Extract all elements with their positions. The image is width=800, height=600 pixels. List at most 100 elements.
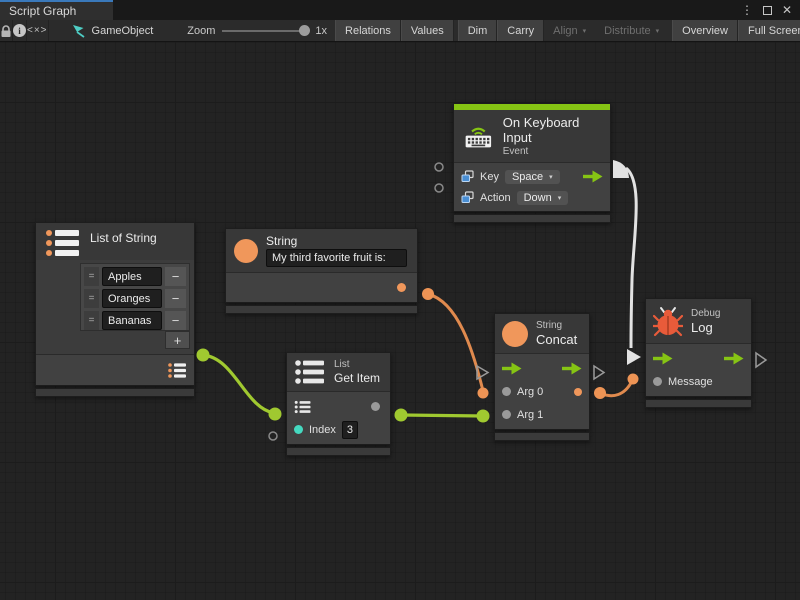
port-row-key: Key Space ▾ xyxy=(454,166,610,187)
node-on-keyboard-input[interactable]: On Keyboard Input Event Key Space ▾ xyxy=(453,103,611,223)
list-input-row xyxy=(287,395,390,418)
drag-handle[interactable]: = xyxy=(84,267,99,286)
arg1-input-port[interactable] xyxy=(502,410,511,419)
node-list-of-string[interactable]: List of String = Apples − = Oranges − = … xyxy=(35,222,195,397)
key-port-label: Key xyxy=(480,171,499,183)
node-category: Debug xyxy=(691,308,720,319)
node-footer xyxy=(453,214,611,223)
node-string-literal[interactable]: String My third favorite fruit is: xyxy=(225,228,418,314)
node-title: On Keyboard Input xyxy=(503,115,602,145)
drag-handle[interactable]: = xyxy=(84,311,99,330)
lock-button[interactable] xyxy=(0,20,13,41)
control-flow-row xyxy=(495,357,589,380)
window-close-icon[interactable]: ✕ xyxy=(782,4,792,16)
value-type-icon xyxy=(461,191,474,204)
tab-title: Script Graph xyxy=(9,4,76,18)
relations-label: Relations xyxy=(345,25,391,37)
node-footer xyxy=(645,399,752,408)
control-input-port[interactable] xyxy=(502,362,522,375)
dim-label: Dim xyxy=(468,25,488,37)
graph-toolbar: i <×> GameObject Zoom 1x Relations Value… xyxy=(0,20,800,42)
list-item-row: = Oranges − xyxy=(84,289,186,308)
string-value-field[interactable]: My third favorite fruit is: xyxy=(266,249,407,267)
action-port-label: Action xyxy=(480,192,511,204)
remove-item-button[interactable]: − xyxy=(165,311,186,330)
control-output-port[interactable] xyxy=(724,352,744,365)
remove-item-button[interactable]: − xyxy=(165,267,186,286)
list-item-field[interactable]: Apples xyxy=(102,267,162,286)
key-dropdown[interactable]: Space ▾ xyxy=(505,170,560,184)
index-row: Index 3 xyxy=(287,418,390,441)
key-value: Space xyxy=(512,171,543,183)
code-preview-button[interactable]: <×> xyxy=(27,20,49,41)
node-title: Log xyxy=(691,320,720,335)
relations-button[interactable]: Relations xyxy=(335,20,401,41)
align-button: Align ▾ xyxy=(544,20,595,41)
window-controls: ⋮ ✕ xyxy=(741,0,800,20)
node-concat[interactable]: String Concat Arg 0 xyxy=(494,313,590,441)
list-icon xyxy=(294,359,326,385)
gameobject-button[interactable]: GameObject xyxy=(67,20,158,41)
remove-item-button[interactable]: − xyxy=(165,289,186,308)
list-input-port[interactable] xyxy=(294,400,311,414)
overview-label: Overview xyxy=(682,25,728,37)
zoom-slider[interactable] xyxy=(222,30,308,32)
tab-script-graph[interactable]: Script Graph xyxy=(0,0,113,20)
node-category: String xyxy=(536,320,577,331)
node-category: List xyxy=(334,359,380,370)
arg1-row: Arg 1 xyxy=(495,403,589,426)
node-title: String xyxy=(266,234,409,248)
node-get-item[interactable]: List Get Item Index 3 xyxy=(286,352,391,456)
node-footer xyxy=(494,432,590,441)
carry-label: Carry xyxy=(507,25,534,37)
node-title: Get Item xyxy=(334,371,380,385)
chevron-down-icon: ▾ xyxy=(558,194,562,202)
list-item-field[interactable]: Oranges xyxy=(102,289,162,308)
control-output-port[interactable] xyxy=(583,170,603,183)
list-item-field[interactable]: Bananas xyxy=(102,311,162,330)
list-item-row: = Bananas − xyxy=(84,311,186,330)
index-field[interactable]: 3 xyxy=(342,421,358,439)
result-output-port[interactable] xyxy=(574,388,582,396)
list-item-row: = Apples − xyxy=(84,267,186,286)
drag-handle[interactable]: = xyxy=(84,289,99,308)
full-screen-button[interactable]: Full Screen xyxy=(738,20,800,41)
node-subtitle: Event xyxy=(503,146,602,157)
info-button[interactable]: i xyxy=(13,20,27,41)
gameobject-label: GameObject xyxy=(92,25,154,37)
node-footer xyxy=(286,447,391,456)
index-label: Index xyxy=(309,424,336,436)
zoom-label: Zoom xyxy=(187,25,215,37)
window-menu-icon[interactable]: ⋮ xyxy=(741,4,753,16)
values-button[interactable]: Values xyxy=(401,20,454,41)
message-row: Message xyxy=(646,370,751,393)
code-icon: <×> xyxy=(27,25,48,36)
info-icon: i xyxy=(13,24,26,37)
node-debug-log[interactable]: Debug Log Message xyxy=(645,298,752,408)
add-item-button[interactable]: + xyxy=(165,331,190,349)
node-title: List of String xyxy=(90,231,157,245)
control-input-port[interactable] xyxy=(653,352,673,365)
message-input-port[interactable] xyxy=(653,377,662,386)
list-output-row xyxy=(36,358,194,382)
keyboard-icon xyxy=(462,123,495,150)
action-dropdown[interactable]: Down ▾ xyxy=(517,191,569,205)
carry-button[interactable]: Carry xyxy=(497,20,544,41)
arg0-label: Arg 0 xyxy=(517,386,543,398)
dim-button[interactable]: Dim xyxy=(458,20,498,41)
arg0-input-port[interactable] xyxy=(502,387,511,396)
zoom-control: Zoom 1x xyxy=(187,20,327,41)
window-maximize-icon[interactable] xyxy=(763,6,772,15)
value-type-icon xyxy=(461,170,474,183)
index-input-port[interactable] xyxy=(294,425,303,434)
chevron-down-icon: ▾ xyxy=(583,27,587,35)
list-output-port[interactable] xyxy=(167,362,187,379)
overview-button[interactable]: Overview xyxy=(672,20,738,41)
zoom-slider-handle[interactable] xyxy=(299,25,310,36)
node-footer xyxy=(35,388,195,397)
control-output-port[interactable] xyxy=(562,362,582,375)
string-type-icon xyxy=(502,321,528,347)
node-title: Concat xyxy=(536,332,577,347)
string-output-port[interactable] xyxy=(397,283,406,292)
item-output-port[interactable] xyxy=(371,402,380,411)
